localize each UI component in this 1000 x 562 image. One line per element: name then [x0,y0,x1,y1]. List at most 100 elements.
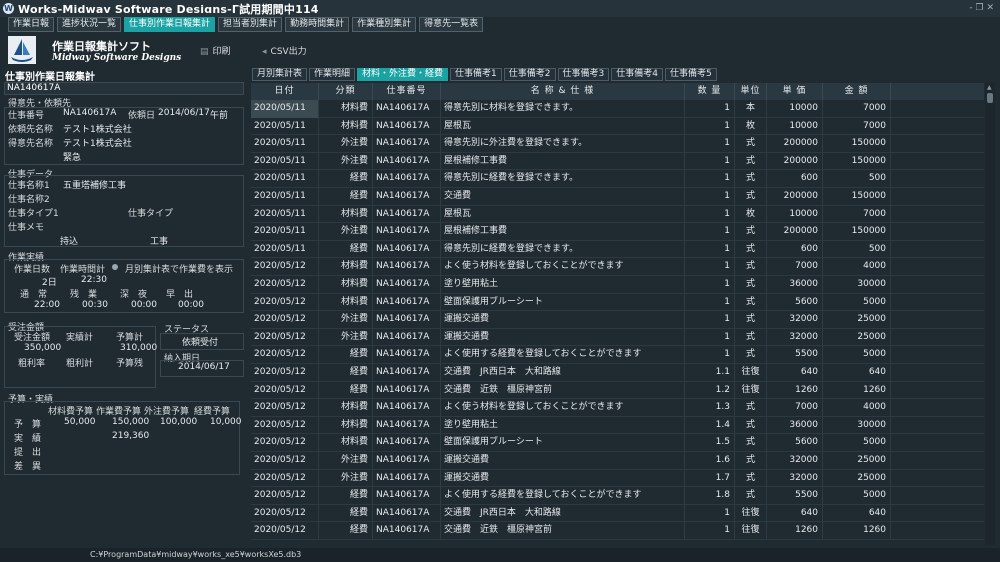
menu-item-5[interactable]: 作業種別集計 [352,17,417,32]
table-row[interactable]: 2020/05/11 経費 NA140617A 得意先別に経費を登録できます。 1 式 60… [251,240,984,259]
table-cell: 5000 [823,346,891,364]
column-header-5[interactable]: 単位 [735,83,767,100]
menu-item-0[interactable]: 作業日報 [8,17,55,32]
column-header-2[interactable]: 仕事番号 [373,83,441,100]
table-cell: 150000 [823,188,891,206]
table-cell: 経費 [319,188,373,206]
print-button[interactable]: ▤ 印刷 [200,44,231,57]
scroll-thumb[interactable] [987,93,993,103]
table-row[interactable]: 2020/05/12 経費 NA140617A 交通費 近鉄 橿原神宮前 1.2 往復 12… [251,381,984,400]
table-cell: NA140617A [373,364,441,382]
column-header-7[interactable]: 金 額 [823,83,891,100]
scroll-up-icon[interactable]: ▲ [987,84,992,91]
table-row[interactable]: 2020/05/11 外注費 NA140617A 屋根補修工事費 1 式 200000 150… [251,223,984,241]
monthly-option-radio[interactable] [112,264,118,270]
tab-3[interactable]: 仕事備考1 [450,68,502,81]
tab-0[interactable]: 月別集計表 [252,68,308,81]
table-cell: NA140617A [373,276,441,294]
table-row[interactable]: 2020/05/12 経費 NA140617A よく使用する経費を登録しておくことがで… [251,346,984,364]
table-row[interactable]: 2020/05/11 経費 NA140617A 交通費 1 式 200000 150000 [251,188,984,206]
table-row[interactable]: 2020/05/12 材料費 NA140617A よく使う材料を登録しておくことができ… [251,258,984,276]
table-cell: 2020/05/12 [251,452,319,470]
table-row[interactable]: 2020/05/11 材料費 NA140617A 得意先別に材料を登録できます。 1 本 1… [251,100,984,118]
table-cell: 1.6 [685,452,735,470]
column-header-4[interactable]: 数 量 [685,83,735,100]
table-row[interactable]: 2020/05/12 材料費 NA140617A よく使う材料を登録しておくことができ… [251,399,984,417]
budget-cell: 50,000 [64,417,96,427]
table-cell: 式 [735,240,767,259]
table-cell: 7000 [767,399,823,417]
table-row[interactable]: 2020/05/11 外注費 NA140617A 得意先別に外注費を登録できます。 1 式… [251,135,984,153]
table-cell: 枚 [735,117,767,136]
table-cell: 25000 [823,311,891,329]
csv-export-button[interactable]: ◂ CSV出力 [262,44,307,57]
window-controls[interactable]: - ❐ ✕ [969,3,994,13]
table-cell: NA140617A [373,311,441,329]
tab-6[interactable]: 仕事備考4 [611,68,663,81]
table-cell: 25000 [823,469,891,488]
budget-row-label: 提 出 [14,448,42,458]
overtime-label: 残 業 [70,290,98,300]
column-header-1[interactable]: 分類 [319,83,373,100]
menu-item-6[interactable]: 得意先一覧表 [419,17,484,32]
menu-item-3[interactable]: 担当者別集計 [218,17,283,32]
database-path: C:¥ProgramData¥midway¥works_xe5¥worksXe5… [90,550,302,559]
table-row[interactable]: 2020/05/12 経費 NA140617A よく使用する経費を登録しておくことがで… [251,487,984,505]
table-cell: NA140617A [373,487,441,505]
csv-label: CSV出力 [270,47,307,57]
table-row[interactable]: 2020/05/12 経費 NA140617A 交通費 近鉄 橿原神宮前 1 往復 1260… [251,522,984,540]
table-row[interactable]: 2020/05/11 材料費 NA140617A 屋根瓦 1 枚 10000 7000 [251,117,984,136]
table-cell: 2020/05/12 [251,434,319,452]
table-cell: 経費 [319,240,373,259]
vertical-scrollbar[interactable]: ▲ [985,83,995,545]
column-header-0[interactable]: 日付 [251,83,319,100]
tab-5[interactable]: 仕事備考3 [557,68,610,81]
budget-row-label: 予 算 [14,420,42,430]
table-row[interactable]: 2020/05/12 材料費 NA140617A 壁面保護用ブルーシート 1.5 式 560… [251,434,984,452]
table-row[interactable]: 2020/05/12 材料費 NA140617A 塗り壁用粘土 1 式 36000 30000 [251,276,984,294]
table-cell: 5000 [823,487,891,505]
table-row[interactable]: 2020/05/12 材料費 NA140617A 壁面保護用ブルーシート 1 式 5600 5… [251,293,984,312]
table-cell: 200000 [767,223,823,241]
brand-name: 作業日報集計ソフト [52,40,151,53]
request-time-value: 午前 [210,111,229,121]
table-cell: 600 [767,170,823,188]
menu-item-2[interactable]: 仕事別作業日報集計 [124,17,216,32]
table-row[interactable]: 2020/05/12 経費 NA140617A 交通費 JR西日本 大和路線 1.1 往復… [251,364,984,382]
table-cell: 材料費 [319,117,373,136]
table-row[interactable]: 2020/05/11 材料費 NA140617A 屋根瓦 1 枚 10000 7000 [251,205,984,224]
table-cell: NA140617A [373,399,441,417]
table-cell: 30000 [823,416,891,435]
table-row[interactable]: 2020/05/12 外注費 NA140617A 運搬交通費 1.7 式 32000 2500… [251,469,984,488]
table-cell: 塗り壁用粘土 [441,276,685,294]
table-cell: 500 [823,240,891,259]
tab-1[interactable]: 作業明細 [309,68,356,81]
column-header-6[interactable]: 単 価 [767,83,823,100]
table-row[interactable]: 2020/05/12 外注費 NA140617A 運搬交通費 1 式 32000 25000 [251,328,984,347]
table-row[interactable]: 2020/05/12 経費 NA140617A 交通費 JR西日本 大和路線 1 往復 64… [251,504,984,523]
table-cell: 2020/05/11 [251,135,319,153]
menu-item-1[interactable]: 進捗状況一覧 [57,17,122,32]
table-row[interactable]: 2020/05/12 外注費 NA140617A 運搬交通費 1 式 32000 25000 [251,311,984,329]
table-cell: 外注費 [319,328,373,347]
status-value[interactable]: 依頼受付 [182,335,218,348]
table-row[interactable]: 2020/05/11 経費 NA140617A 得意先別に経費を登録できます。 1 式 60… [251,170,984,188]
table-cell: 10000 [767,100,823,118]
tab-2[interactable]: 材料・外注費・経費 [357,68,449,81]
column-header-3[interactable]: 名 称 & 仕 様 [441,83,685,100]
table-cell: NA140617A [373,240,441,259]
work-name2-label: 仕事名称2 [8,195,50,205]
work-number-field[interactable]: NA140617A [4,82,244,95]
tab-4[interactable]: 仕事備考2 [503,68,556,81]
table-cell: 1.8 [685,487,735,505]
tab-7[interactable]: 仕事備考5 [664,68,717,81]
table-row[interactable]: 2020/05/12 外注費 NA140617A 運搬交通費 1.6 式 32000 2500… [251,452,984,470]
work-hours-value: 22:30 [81,275,107,285]
table-cell: 30000 [823,276,891,294]
menu-item-4[interactable]: 勤務時間集計 [285,17,350,32]
delivery-value[interactable]: 2014/06/17 [178,362,230,372]
budget-col-0: 材料費予算 [48,407,94,417]
table-row[interactable]: 2020/05/12 材料費 NA140617A 塗り壁用粘土 1.4 式 36000 300… [251,416,984,435]
table-cell: 4000 [823,399,891,417]
table-row[interactable]: 2020/05/11 外注費 NA140617A 屋根補修工事費 1 式 200000 150… [251,152,984,171]
